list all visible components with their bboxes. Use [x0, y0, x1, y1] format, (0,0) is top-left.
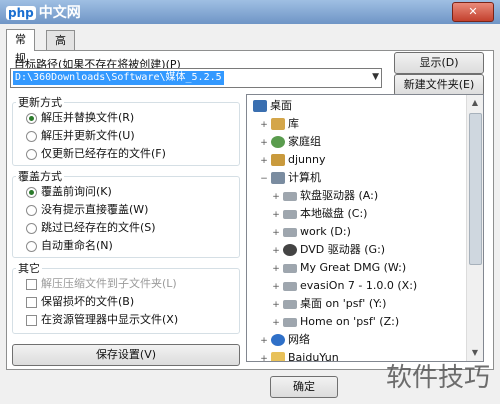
expand-icon[interactable]: +: [259, 350, 269, 361]
overwrite-option-rename[interactable]: 自动重命名(N): [26, 238, 113, 254]
tree-item-drive-y[interactable]: + 桌面 on 'psf' (Y:): [271, 295, 386, 313]
radio-icon: [26, 240, 37, 252]
expand-icon[interactable]: +: [259, 116, 269, 134]
expand-icon[interactable]: +: [259, 134, 269, 152]
radio-icon: [26, 204, 37, 216]
ok-button[interactable]: 确定: [270, 376, 338, 398]
network-icon: [271, 334, 285, 346]
title-bar: php 中文网 ✕: [0, 0, 500, 25]
target-path-input[interactable]: D:\360Downloads\Software\媒体_5.2.5 ▼: [10, 68, 382, 88]
disk-icon: [283, 281, 297, 291]
tree-item-floppy[interactable]: + 软盘驱动器 (A:): [271, 187, 378, 205]
update-option-replace[interactable]: 解压并替换文件(R): [26, 110, 134, 126]
tree-item-computer[interactable]: − 计算机: [259, 169, 321, 187]
radio-icon: [26, 112, 37, 124]
expand-icon[interactable]: +: [271, 224, 281, 242]
overwrite-option-ask[interactable]: 覆盖前询问(K): [26, 184, 112, 200]
disk-icon: [283, 263, 297, 273]
scroll-thumb[interactable]: [469, 113, 482, 265]
scroll-up-icon[interactable]: ▲: [467, 95, 483, 111]
watermark: 软件技巧: [385, 363, 490, 393]
tree-item-drive-x[interactable]: + evasiOn 7 - 1.0.0 (X:): [271, 277, 417, 295]
radio-icon: [26, 148, 37, 160]
update-option-update[interactable]: 解压并更新文件(U): [26, 128, 135, 144]
expand-icon[interactable]: +: [271, 242, 281, 260]
tree-item-djunny[interactable]: + djunny: [259, 151, 325, 169]
desktop-icon: [253, 100, 267, 112]
library-icon: [271, 118, 285, 130]
expand-icon[interactable]: +: [271, 206, 281, 224]
overwrite-mode-title: 覆盖方式: [16, 168, 64, 184]
close-button[interactable]: ✕: [452, 2, 494, 22]
computer-icon: [271, 172, 285, 184]
checkbox-icon: [26, 296, 37, 308]
other-option-show-in-explorer[interactable]: 在资源管理器中显示文件(X): [26, 312, 178, 328]
disk-icon: [283, 209, 297, 219]
tab-general[interactable]: 常规: [6, 29, 35, 65]
floppy-icon: [283, 191, 297, 201]
extract-dialog: 常规 高级 目标路径(如果不存在将被创建)(P) D:\360Downloads…: [0, 24, 500, 404]
folder-icon: [271, 352, 285, 361]
tree-item-dvd[interactable]: + DVD 驱动器 (G:): [271, 241, 385, 259]
tree-item-drive-w[interactable]: + My Great DMG (W:): [271, 259, 406, 277]
other-option-subfolder: 解压压缩文件到子文件夹(L): [26, 276, 177, 292]
expand-icon[interactable]: +: [259, 332, 269, 350]
tab-advanced[interactable]: 高级: [46, 30, 75, 66]
other-title: 其它: [16, 260, 42, 276]
update-option-existing[interactable]: 仅更新已经存在的文件(F): [26, 146, 166, 162]
homegroup-icon: [271, 136, 285, 148]
expand-icon[interactable]: +: [271, 278, 281, 296]
radio-icon: [26, 222, 37, 234]
dvd-icon: [283, 244, 297, 256]
collapse-icon[interactable]: −: [259, 170, 269, 188]
network-drive-icon: [283, 299, 297, 309]
radio-icon: [26, 130, 37, 142]
checkbox-icon: [26, 278, 37, 290]
new-folder-button[interactable]: 新建文件夹(E): [394, 74, 484, 96]
chevron-down-icon[interactable]: ▼: [372, 72, 379, 82]
tree-item-drive-c[interactable]: + 本地磁盘 (C:): [271, 205, 367, 223]
tree-item-homegroup[interactable]: + 家庭组: [259, 133, 321, 151]
show-button[interactable]: 显示(D): [394, 52, 484, 74]
tree-item-desktop[interactable]: 桌面: [251, 97, 292, 115]
tree-item-baiduyun[interactable]: + BaiduYun: [259, 349, 339, 361]
network-drive-icon: [283, 317, 297, 327]
expand-icon[interactable]: +: [271, 188, 281, 206]
tree-item-drive-z[interactable]: + Home on 'psf' (Z:): [271, 313, 399, 331]
overwrite-option-without-prompt[interactable]: 没有提示直接覆盖(W): [26, 202, 148, 218]
tree-item-drive-d[interactable]: + work (D:): [271, 223, 351, 241]
radio-icon: [26, 186, 37, 198]
expand-icon[interactable]: +: [271, 296, 281, 314]
site-logo: php 中文网: [6, 5, 81, 21]
tree-item-network[interactable]: + 网络: [259, 331, 310, 349]
tree-item-library[interactable]: + 库: [259, 115, 299, 133]
other-option-keep-broken[interactable]: 保留损坏的文件(B): [26, 294, 134, 310]
expand-icon[interactable]: +: [271, 260, 281, 278]
target-path-value: D:\360Downloads\Software\媒体_5.2.5: [13, 71, 224, 85]
user-folder-icon: [271, 154, 285, 166]
folder-tree[interactable]: 桌面 + 库 + 家庭组 + djunny − 计算机 + 软盘驱动器 (A:) + 本地磁…: [246, 94, 484, 362]
tree-scrollbar[interactable]: ▲ ▼: [466, 95, 483, 361]
expand-icon[interactable]: +: [259, 152, 269, 170]
save-settings-button[interactable]: 保存设置(V): [12, 344, 240, 366]
checkbox-icon: [26, 314, 37, 326]
update-mode-title: 更新方式: [16, 94, 64, 110]
expand-icon[interactable]: +: [271, 314, 281, 332]
overwrite-option-skip[interactable]: 跳过已经存在的文件(S): [26, 220, 156, 236]
disk-icon: [283, 227, 297, 237]
